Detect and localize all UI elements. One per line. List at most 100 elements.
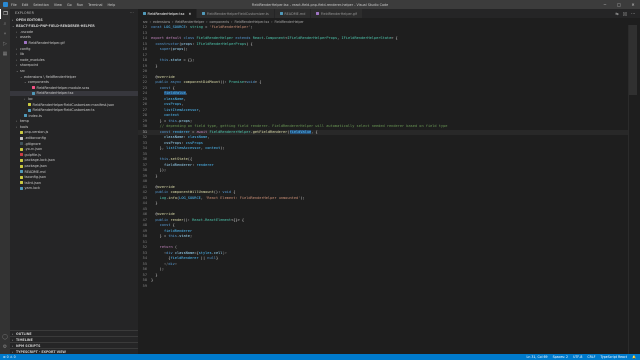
more-actions-icon[interactable]: ···	[631, 11, 635, 16]
explorer-sidebar: EXPLORER ··· › OPEN EDITORS ⌄ REACT-FIEL…	[10, 9, 138, 354]
indentation[interactable]: Spaces: 2	[553, 355, 569, 359]
tab-label: README.md	[284, 11, 306, 16]
file-type-icon	[24, 41, 27, 45]
code-token: ;	[189, 118, 193, 123]
menu-item-view[interactable]: View	[54, 3, 62, 7]
tree-item-label: pnp-version.js	[24, 130, 49, 135]
line-endings[interactable]: CRLF	[587, 355, 595, 359]
menu-item-help[interactable]: Help	[108, 3, 116, 7]
menu-item-selection[interactable]: Selection	[33, 3, 49, 7]
account-icon[interactable]: ◯	[0, 332, 10, 342]
code-token: override	[157, 212, 175, 216]
maximize-button[interactable]: □	[612, 0, 626, 9]
breadcrumb-item[interactable]: fieldRenderHelper	[175, 20, 204, 24]
cursor-position[interactable]: Ln 31, Col 69	[527, 355, 548, 359]
file-type-icon	[20, 142, 23, 146]
open-editors-label: OPEN EDITORS	[16, 18, 43, 22]
code-token: }	[151, 272, 158, 277]
code-token: props	[179, 118, 190, 123]
menu-item-go[interactable]: Go	[67, 3, 72, 7]
files-icon[interactable]: ❐	[0, 9, 10, 19]
extensions-icon[interactable]: ▦	[0, 49, 10, 59]
code-token: );	[183, 47, 188, 51]
tab-fieldrenderhelper-tsx[interactable]: FieldRenderHelper.tsx ✕	[138, 9, 198, 18]
code-token: info	[168, 195, 177, 200]
section-label: OUTLINE	[16, 331, 32, 336]
minimize-button[interactable]: ─	[598, 0, 612, 9]
file-type-icon	[202, 12, 206, 15]
code-token: renderer	[196, 162, 214, 167]
debug-icon[interactable]: ▷	[0, 39, 10, 49]
chevron-right-icon: ›	[172, 19, 174, 24]
menu-item-edit[interactable]: Edit	[22, 3, 29, 7]
code-token: FieldRenderHelper	[196, 36, 236, 40]
chevron-right-icon: ›	[149, 19, 151, 24]
code-token: <	[151, 250, 167, 255]
sidebar-bottom-panels: › OUTLINE › TIMELINE › NPM SCRIPTS › TYPESCRIPT…	[10, 330, 138, 354]
tree-item-label: .gitignore	[24, 141, 41, 146]
tree-item[interactable]: yarn.lock	[10, 186, 138, 192]
file-type-icon	[20, 164, 23, 168]
code-token: default	[166, 36, 184, 40]
code-token: ({	[187, 157, 193, 161]
encoding[interactable]: UTF-8	[573, 355, 582, 359]
code-token: context	[163, 113, 180, 117]
menu-item-run[interactable]: Run	[77, 3, 84, 7]
more-actions-icon[interactable]: ···	[130, 11, 134, 15]
code-token: );	[151, 267, 164, 271]
code-token: > {	[254, 80, 262, 84]
tree-item-label: FieldRenderHelper.gif	[28, 40, 65, 45]
menu-item-file[interactable]: File	[11, 3, 17, 7]
tab-readme-md[interactable]: README.md	[274, 9, 312, 18]
code-token: fieldRenderer	[163, 162, 193, 167]
breadcrumb-item[interactable]: FieldRenderHelper.tsx	[234, 20, 269, 24]
tree-item-label: src	[20, 68, 25, 73]
notifications-icon[interactable]: 🔔	[632, 355, 636, 359]
settings-gear-icon[interactable]: ⚙	[0, 342, 10, 352]
code-token: fieldValue	[289, 129, 312, 134]
tree-item-label: gulpfile.js	[24, 152, 41, 157]
breadcrumb-item[interactable]: extensions	[153, 20, 170, 24]
menu-bar: File Edit Selection View Go Run Terminal Help	[11, 3, 115, 7]
file-type-icon	[24, 114, 27, 118]
code-token: fieldRenderer	[170, 256, 199, 260]
code-token: div	[166, 250, 175, 255]
source-control-icon[interactable]: ⑂	[0, 29, 10, 39]
close-icon[interactable]: ✕	[188, 12, 191, 16]
tab-fieldrenderhelperfieldcustomizer-ts[interactable]: FieldRenderHelperFieldCustomizer.ts	[197, 9, 275, 18]
chevron-right-icon: ›	[271, 19, 273, 24]
code-token: string	[189, 25, 203, 29]
breadcrumb-item[interactable]: components	[209, 20, 229, 24]
split-editor-icon[interactable]: ▯▯	[623, 11, 627, 16]
code-editor[interactable]: 12 const LOG_SOURCE: string = 'FieldRende…	[138, 25, 628, 329]
breadcrumb-item[interactable]: src	[143, 20, 148, 24]
close-button[interactable]: ✕	[626, 0, 640, 9]
language-mode[interactable]: TypeScript React	[600, 355, 627, 359]
code-token: styles	[198, 250, 212, 255]
tab-fieldrenderhelper-gif[interactable]: FieldRenderHelper.gif	[311, 9, 364, 18]
minimap[interactable]	[628, 25, 637, 354]
tree-item-label: package.json	[24, 164, 47, 169]
section-label: TIMELINE	[16, 337, 33, 342]
code-token: cssProps	[185, 140, 203, 145]
code-text: }	[151, 201, 157, 207]
code-token: );	[220, 146, 225, 150]
breadcrumb: src › extensions › fieldRenderHelper › compone…	[138, 18, 640, 25]
code-token: = {};	[181, 58, 195, 62]
breadcrumb-item[interactable]: FieldRenderHelper	[275, 20, 304, 24]
minimap-slider[interactable]	[629, 25, 637, 95]
open-changes-icon[interactable]: ⇆	[615, 11, 618, 16]
code-token: IFieldRenderHelperProps	[196, 41, 247, 46]
search-icon[interactable]: ⌕	[0, 19, 10, 29]
menu-item-terminal[interactable]: Terminal	[88, 3, 102, 7]
file-type-icon	[28, 103, 31, 107]
code-token: {	[151, 256, 171, 260]
tree-item-label: FieldRenderHelper.tsx	[36, 91, 74, 96]
code-token: cssProps	[163, 102, 182, 106]
problems-indicator[interactable]: ⊗ 0 ⚠ 0	[3, 355, 16, 359]
code-token: React	[252, 36, 264, 40]
